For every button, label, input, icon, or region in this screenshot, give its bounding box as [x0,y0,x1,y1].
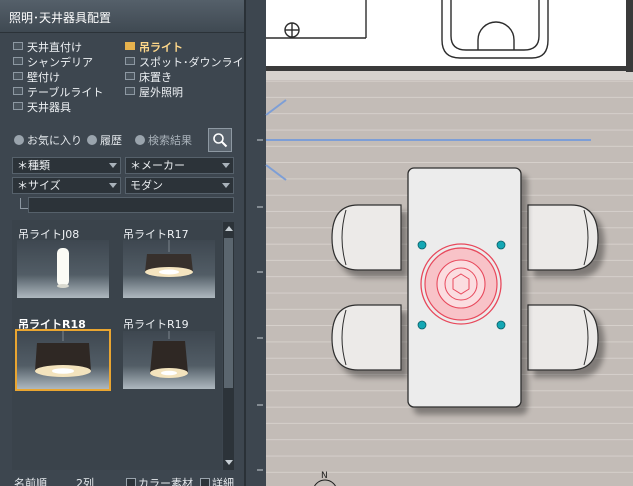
search-results-icon [135,135,145,145]
folder-icon [13,42,23,50]
category-spot-downlight[interactable]: スポット･ダウンライト [125,56,244,70]
chevron-down-icon [109,183,117,188]
item-thumbnail-r18[interactable] [15,329,111,391]
folder-icon [13,72,23,80]
pendant-light-symbol[interactable] [420,243,502,325]
drum-pendant-image [145,240,193,277]
category-ceiling-fixture[interactable]: 天井器具 [13,101,71,115]
keyword-filter-field[interactable] [28,197,234,213]
scroll-down-icon[interactable] [225,460,233,465]
floor-plan-drawing: N [246,0,633,486]
item-thumbnail-r17[interactable] [123,240,215,298]
category-ceiling-mount[interactable]: 天井直付け [13,41,82,55]
lighting-palette-panel: 照明･天井器具配置 天井直付け シャンデリア 壁付け テーブルライト 天井器具 … [0,0,244,486]
search-results-button[interactable]: 検索結果 [135,133,192,149]
item-label: 吊ライトR18 [18,318,86,331]
checkbox-icon [126,478,136,486]
style-filter-dropdown[interactable]: モダン [125,177,234,194]
columns-dropdown[interactable]: 2列 [76,475,94,486]
item-thumbnail-r19[interactable] [123,331,215,389]
search-button[interactable] [208,128,232,152]
folder-icon [13,87,23,95]
favorites-button[interactable]: お気に入り [14,133,82,149]
panel-title-bar: 照明･天井器具配置 [0,0,244,33]
item-label: 吊ライトR19 [123,318,189,331]
scroll-up-icon[interactable] [225,226,233,231]
sort-order-dropdown[interactable]: 名前順 [14,475,47,486]
magnifier-icon [213,133,228,148]
scrollbar-thumb[interactable] [224,238,233,388]
category-floor-stand[interactable]: 床置き [125,71,172,85]
folder-open-icon [125,42,135,50]
fabric-checkbox[interactable]: カラー素材 [126,475,193,486]
folder-icon [13,102,23,110]
item-thumbnail-j08[interactable] [17,240,109,298]
star-icon [14,135,24,145]
panel-bottom-bar: 名前順 2列 カラー素材 詳細 [12,476,240,486]
size-filter-dropdown[interactable]: ＊サイズ [12,177,121,194]
category-wall-mount[interactable]: 壁付け [13,71,60,85]
cylinder-pendant-image [57,248,69,288]
chevron-down-icon [222,163,230,168]
north-label: N [321,471,328,481]
chevron-down-icon [222,183,230,188]
drum-pendant-image [150,331,188,378]
detail-checkbox[interactable]: 詳細 [200,475,234,486]
panel-title: 照明･天井器具配置 [9,11,112,25]
chevron-down-icon [109,163,117,168]
category-outdoor[interactable]: 屋外照明 [125,86,183,100]
tree-connector [20,198,28,209]
checkbox-checked-icon [200,478,210,486]
maker-filter-dropdown[interactable]: ＊メーカー [125,157,234,174]
folder-icon [125,87,135,95]
floor-plan-canvas[interactable]: N [246,0,633,486]
clock-icon [87,135,97,145]
folder-icon [125,72,135,80]
folder-icon [13,57,23,65]
category-table-light[interactable]: テーブルライト [13,86,103,100]
category-chandelier[interactable]: シャンデリア [13,56,93,70]
category-pendant[interactable]: 吊ライト [125,41,183,55]
history-button[interactable]: 履歴 [87,133,122,149]
type-filter-dropdown[interactable]: ＊種類 [12,157,121,174]
drum-pendant-image [35,331,91,377]
folder-icon [125,57,135,65]
